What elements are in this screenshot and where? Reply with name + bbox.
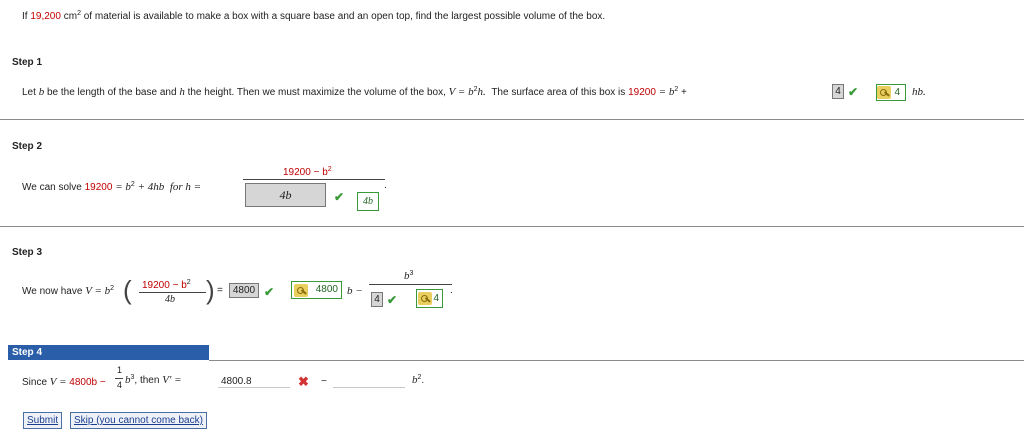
step1-correct-answer: 4 — [876, 84, 906, 101]
submit-button[interactable]: Submit — [23, 412, 63, 429]
step2-denominator-input[interactable]: 4b — [245, 183, 326, 207]
step3-heading: Step 3 — [12, 247, 43, 258]
fraction-bar — [369, 284, 452, 285]
check-icon: ✔ — [334, 190, 345, 204]
skip-button[interactable]: Skip (you cannot come back) — [70, 412, 207, 429]
incorrect-icon: ✖ — [298, 374, 309, 389]
step3-correct-answer: 4800 — [291, 281, 342, 299]
step1-answer-input[interactable]: 4 — [832, 84, 844, 99]
step3-text: We now have V = b2 — [22, 285, 115, 297]
step3-frac-denominator: 4b — [165, 294, 175, 305]
material-amount: 19,200 — [30, 11, 61, 22]
step3-correct-denominator: 4 — [416, 289, 443, 308]
step3-answer-input[interactable]: 4800 — [229, 283, 259, 298]
right-paren: ) — [206, 275, 215, 305]
check-icon: ✔ — [387, 293, 398, 307]
fraction-bar — [243, 179, 385, 180]
problem-statement: If 19,200 cm2 of material is available t… — [22, 10, 606, 22]
left-paren: ( — [123, 275, 132, 305]
step3-denominator-input[interactable]: 4 — [371, 292, 383, 307]
check-icon: ✔ — [848, 85, 859, 99]
divider — [209, 360, 1024, 361]
step2-text: We can solve 19200 = b2 + 4hb for h = — [22, 181, 202, 193]
step4-heading: Step 4 — [12, 347, 43, 358]
step1-hb: hb. — [912, 86, 926, 98]
step2-correct-answer: 4b — [357, 192, 379, 211]
step2-heading: Step 2 — [12, 141, 43, 152]
surface-area-value: 19200 — [628, 87, 656, 98]
divider — [0, 119, 1024, 120]
step4-text: Since V = 4800b − — [22, 376, 106, 388]
check-icon: ✔ — [264, 285, 275, 299]
step3-frac-numerator: 19200 − b2 — [142, 279, 191, 291]
step2-numerator: 19200 − b2 — [283, 166, 332, 178]
fraction-bar — [139, 292, 206, 293]
fraction-bar — [115, 378, 123, 379]
step1-text: Let b be the length of the base and h th… — [22, 86, 687, 98]
step1-heading: Step 1 — [12, 57, 43, 68]
divider — [0, 226, 1024, 227]
derivative-b2-coefficient-input[interactable] — [333, 372, 405, 388]
derivative-coefficient-input[interactable]: 4800.8 — [218, 372, 290, 388]
step3-b3: b3 — [404, 270, 414, 282]
